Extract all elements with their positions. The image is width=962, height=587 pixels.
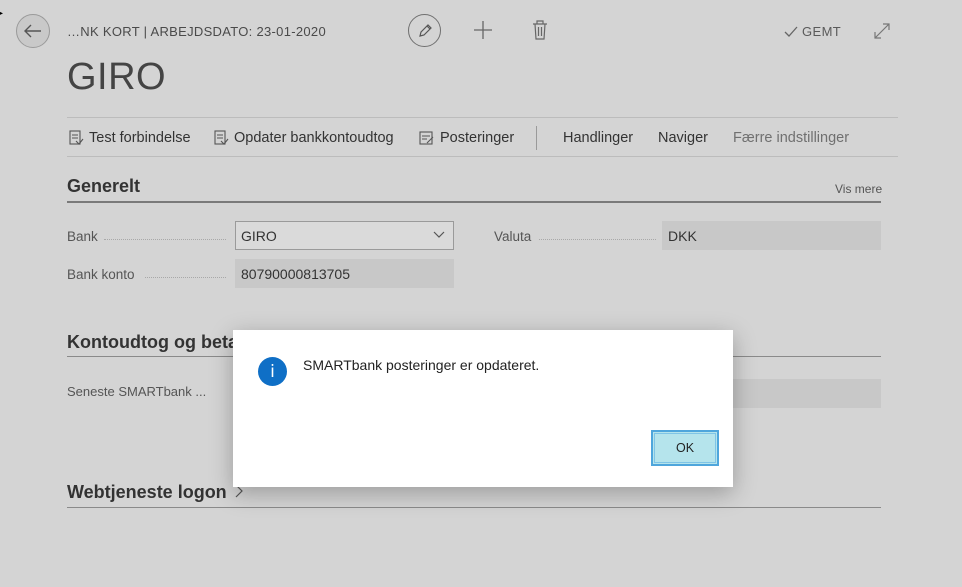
dotted-leader [539,239,656,240]
saved-status: GEMT [784,24,841,39]
saved-label: GEMT [802,24,842,39]
expand-icon[interactable] [873,22,891,40]
pencil-icon [418,23,432,37]
section-divider [67,201,881,203]
page: ▸ …NK KORT | ARBEJDSDATO: 23-01-2020 GEM… [0,0,962,587]
account-field[interactable]: 80790000813705 [235,259,454,288]
entries-label: Posteringer [440,130,515,146]
dialog-message: SMARTbank posteringer er opdateret. [303,357,540,373]
test-connection-label: Test forbindelse [89,130,191,146]
document-action-icon [69,130,84,145]
actionbar-divider [67,117,898,118]
fewer-options-button[interactable]: Færre indstillinger [733,130,849,146]
checkmark-icon [784,26,798,37]
dotted-leader [104,239,226,240]
section-divider [67,507,881,508]
new-button[interactable] [472,19,494,41]
edit-button[interactable] [408,14,441,47]
info-dialog: i SMARTbank posteringer er opdateret. OK [233,330,733,487]
ok-button[interactable]: OK [651,430,719,466]
currency-label: Valuta [494,229,532,244]
breadcrumb: …NK KORT | ARBEJDSDATO: 23-01-2020 [67,24,326,39]
page-title: GIRO [67,56,167,98]
section-webservice-label: Webtjeneste logon [67,482,227,502]
actionbar-divider [67,156,898,157]
bank-select[interactable]: GIRO [235,221,454,250]
section-general-title[interactable]: Generelt [67,176,140,197]
document-action-icon [214,130,229,145]
test-connection-button[interactable]: Test forbindelse [69,130,191,146]
account-label: Bank konto [67,267,135,282]
dotted-leader [145,277,226,278]
section-webservice-title[interactable]: Webtjeneste logon [67,482,244,503]
latest-smartbank-label: Seneste SMARTbank ... [67,384,207,399]
ledger-icon [419,131,434,145]
bank-label: Bank [67,229,98,244]
bank-value: GIRO [241,228,277,244]
chevron-down-icon [433,231,445,238]
back-button[interactable] [16,14,50,48]
navigate-menu[interactable]: Naviger [658,130,708,146]
show-more-link[interactable]: Vis mere [835,182,882,196]
currency-field[interactable]: DKK [662,221,881,250]
entries-button[interactable]: Posteringer [419,130,514,146]
mouse-cursor-icon: ▸ [0,8,4,19]
back-arrow-icon [24,24,41,38]
action-separator [536,126,537,150]
info-icon: i [258,357,287,386]
update-statement-label: Opdater bankkontoudtog [234,130,394,146]
section-statement-title[interactable]: Kontoudtog og beta [67,332,238,353]
update-statement-button[interactable]: Opdater bankkontoudtog [214,130,394,146]
actions-menu[interactable]: Handlinger [563,130,633,146]
delete-button[interactable] [531,19,549,41]
